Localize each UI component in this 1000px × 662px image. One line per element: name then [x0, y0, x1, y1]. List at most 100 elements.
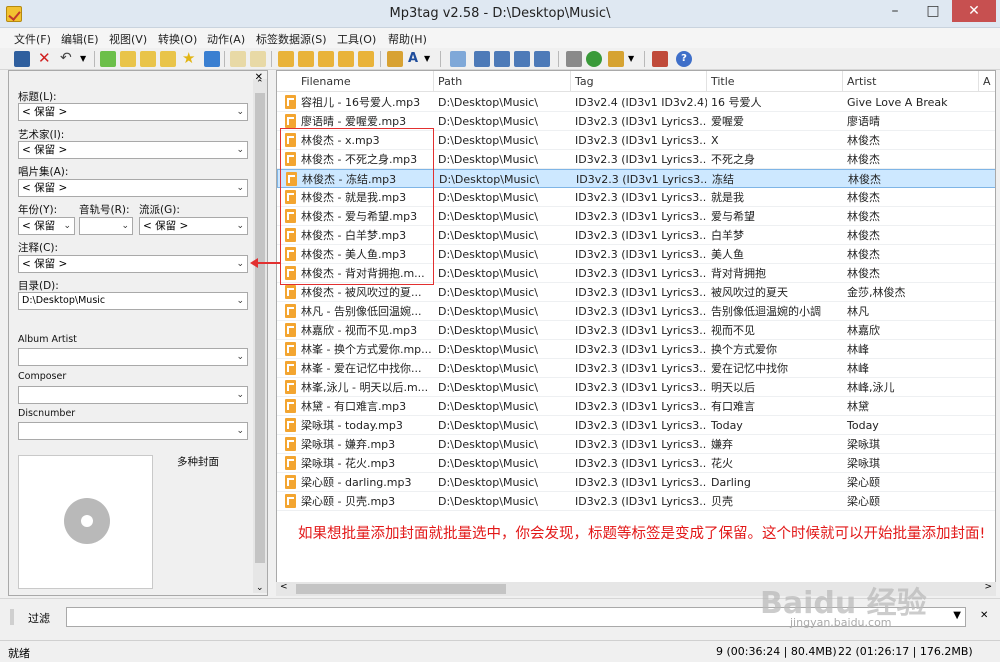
- cell-tag: ID3v2.3 (ID3v1 Lyrics3...: [575, 400, 707, 413]
- genre-combo[interactable]: < 保留 > ⌄: [139, 217, 248, 235]
- freedb-icon[interactable]: [608, 51, 624, 67]
- minimize-button[interactable]: –: [878, 0, 912, 22]
- tag-panel-scrollbar[interactable]: ⌃ ⌄: [253, 79, 267, 593]
- column-filename[interactable]: Filename: [277, 71, 434, 92]
- cell-tag: ID3v2.3 (ID3v1 Lyrics3...: [575, 381, 707, 394]
- change-directory-icon[interactable]: [100, 51, 116, 67]
- save-icon[interactable]: [14, 51, 30, 67]
- title-bar: Mp3tag v2.58 - D:\Desktop\Music\ – □ ✕: [0, 0, 1000, 28]
- options-icon[interactable]: [652, 51, 668, 67]
- case-conversion-icon[interactable]: A: [408, 51, 424, 67]
- menu-convert[interactable]: 转换(O): [158, 31, 197, 47]
- remove-tag-icon[interactable]: ✕: [38, 51, 54, 67]
- undo-icon[interactable]: ↶: [60, 51, 76, 67]
- tag-sources-icon[interactable]: [534, 51, 550, 67]
- scroll-right-icon[interactable]: >: [984, 582, 992, 592]
- cell-path: D:\Desktop\Music\: [438, 134, 538, 147]
- chevron-down-icon[interactable]: ▼: [953, 610, 961, 621]
- table-row[interactable]: 容祖儿 - 16号爱人.mp3 D:\Desktop\Music\ ID3v2.4 …: [277, 93, 995, 112]
- cell-path: D:\Desktop\Music\: [438, 419, 538, 432]
- chevron-down-icon: ⌄: [236, 390, 244, 400]
- table-row[interactable]: 梁心颐 - darling.mp3 D:\Desktop\Music\ ID3v2.…: [277, 473, 995, 492]
- directory-combo[interactable]: D:\Desktop\Music ⌄: [18, 292, 248, 310]
- cell-filename: 林峯 - 爱在记忆中找你...: [301, 362, 422, 375]
- menu-view[interactable]: 视图(V): [109, 31, 147, 47]
- arrow-head-icon: [250, 258, 258, 268]
- title-combo[interactable]: < 保留 > ⌄: [18, 103, 248, 121]
- tag-filename-icon[interactable]: [278, 51, 294, 67]
- table-row[interactable]: 林黛 - 有口难言.mp3 D:\Desktop\Music\ ID3v2.3 (I…: [277, 397, 995, 416]
- extended-tags-icon[interactable]: [474, 51, 490, 67]
- column-path[interactable]: Path: [434, 71, 571, 92]
- comment-combo[interactable]: < 保留 > ⌄: [18, 255, 248, 273]
- cell-title: 爱与希望: [711, 210, 755, 223]
- table-row[interactable]: 林俊杰 - 被风吹过的夏... D:\Desktop\Music\ ID3v2.3 …: [277, 283, 995, 302]
- menu-tools[interactable]: 工具(O): [337, 31, 376, 47]
- album-artist-combo[interactable]: ⌄: [18, 348, 248, 366]
- text-tag-icon[interactable]: [318, 51, 334, 67]
- table-row[interactable]: 梁咏琪 - 花火.mp3 D:\Desktop\Music\ ID3v2.3 (ID…: [277, 454, 995, 473]
- print-icon[interactable]: [566, 51, 582, 67]
- undo-dropdown-icon[interactable]: ▼: [80, 51, 88, 67]
- open-folder-icon[interactable]: [140, 51, 156, 67]
- table-row[interactable]: 林峯 - 换个方式爱你.mp... D:\Desktop\Music\ ID3v2.…: [277, 340, 995, 359]
- favorites-folder-icon[interactable]: [160, 51, 176, 67]
- table-row[interactable]: 林凡 - 告别像低回温婉... D:\Desktop\Music\ ID3v2.3 …: [277, 302, 995, 321]
- menu-file[interactable]: 文件(F): [14, 31, 51, 47]
- add-directory-icon[interactable]: [120, 51, 136, 67]
- cell-title: 明天以后: [711, 381, 755, 394]
- cell-tag: ID3v2.3 (ID3v1 Lyrics3...: [575, 229, 707, 242]
- hscroll-thumb[interactable]: [296, 584, 506, 594]
- table-row[interactable]: 梁咏琪 - today.mp3 D:\Desktop\Music\ ID3v2.3 …: [277, 416, 995, 435]
- table-row[interactable]: 林嘉欣 - 视而不见.mp3 D:\Desktop\Music\ ID3v2.3 (…: [277, 321, 995, 340]
- composer-label: Composer: [18, 371, 67, 382]
- cell-title: 告别像低迴温婉的小調: [711, 305, 821, 318]
- close-button[interactable]: ✕: [952, 0, 996, 22]
- track-combo[interactable]: ⌄: [79, 217, 133, 235]
- year-combo[interactable]: < 保留 ⌄: [18, 217, 75, 235]
- scrollbar-thumb[interactable]: [255, 93, 265, 563]
- menu-actions[interactable]: 动作(A): [207, 31, 245, 47]
- actions-icon[interactable]: [387, 51, 403, 67]
- filename-tag-icon[interactable]: [298, 51, 314, 67]
- actions-dropdown-icon[interactable]: ▼: [424, 51, 432, 67]
- composer-combo[interactable]: ⌄: [18, 386, 248, 404]
- star-icon[interactable]: ★: [182, 51, 198, 67]
- column-tag[interactable]: Tag: [571, 71, 707, 92]
- scroll-down-icon[interactable]: ⌄: [256, 583, 264, 593]
- menu-help[interactable]: 帮助(H): [388, 31, 427, 47]
- menu-edit[interactable]: 编辑(E): [61, 31, 99, 47]
- playlist-icon[interactable]: [494, 51, 510, 67]
- cover-art-box[interactable]: [18, 455, 153, 589]
- album-combo[interactable]: < 保留 > ⌄: [18, 179, 248, 197]
- artist-combo[interactable]: < 保留 > ⌄: [18, 141, 248, 159]
- cell-filename: 林嘉欣 - 视而不见.mp3: [301, 324, 418, 337]
- table-row[interactable]: 林峯,泳儿 - 明天以后.m... D:\Desktop\Music\ ID3v2.…: [277, 378, 995, 397]
- autonumber-icon[interactable]: [358, 51, 374, 67]
- column-artist[interactable]: Artist: [843, 71, 979, 92]
- column-title[interactable]: Title: [707, 71, 843, 92]
- copy-tag-icon[interactable]: [230, 51, 246, 67]
- maximize-button[interactable]: □: [916, 0, 950, 22]
- table-row[interactable]: 梁咏琪 - 嫌弃.mp3 D:\Desktop\Music\ ID3v2.3 (ID…: [277, 435, 995, 454]
- table-row[interactable]: 梁心颐 - 贝壳.mp3 D:\Desktop\Music\ ID3v2.3 (ID…: [277, 492, 995, 511]
- web-icon[interactable]: [586, 51, 602, 67]
- discnumber-combo[interactable]: ⌄: [18, 422, 248, 440]
- scroll-left-icon[interactable]: <: [280, 582, 288, 592]
- paste-tag-icon[interactable]: [250, 51, 266, 67]
- table-row[interactable]: 林峯 - 爱在记忆中找你... D:\Desktop\Music\ ID3v2.3 …: [277, 359, 995, 378]
- cell-title: 被风吹过的夏天: [711, 286, 788, 299]
- web-dropdown-icon[interactable]: ▼: [628, 51, 636, 67]
- menu-tag-sources[interactable]: 标签数据源(S): [256, 31, 327, 47]
- column-album[interactable]: A: [979, 71, 995, 92]
- scroll-up-icon[interactable]: ⌃: [256, 79, 264, 89]
- annotation-text: 如果想批量添加封面就批量选中，你会发现，标题等标签是变成了保留。这个时候就可以开…: [298, 526, 986, 542]
- refresh-icon[interactable]: [204, 51, 220, 67]
- edit-icon[interactable]: [450, 51, 466, 67]
- close-filter-icon[interactable]: ✕: [980, 610, 988, 621]
- help-icon[interactable]: ?: [676, 51, 692, 67]
- tag-tag-icon[interactable]: [338, 51, 354, 67]
- cell-artist: 林凡: [847, 305, 869, 318]
- export-icon[interactable]: [514, 51, 530, 67]
- cell-path: D:\Desktop\Music\: [438, 400, 538, 413]
